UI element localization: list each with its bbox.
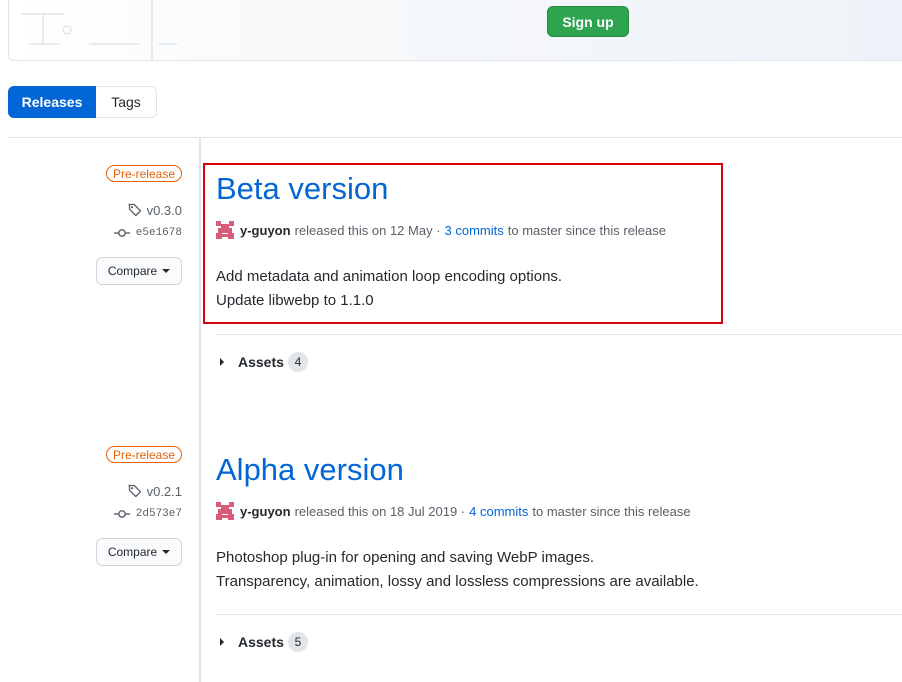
commits-link[interactable]: 3 commits xyxy=(445,223,504,238)
release-notes: Photoshop plug-in for opening and saving… xyxy=(216,546,699,594)
release-tag[interactable]: v0.3.0 xyxy=(127,202,182,218)
assets-count: 5 xyxy=(287,632,308,652)
tag-name: v0.2.1 xyxy=(146,483,182,499)
release-note-line: Update libwebp to 1.1.0 xyxy=(216,292,374,309)
release-meta: Pre-release v0.2.1 2d573e7 Compare xyxy=(96,446,182,566)
divider xyxy=(216,334,902,335)
commit-icon xyxy=(113,229,130,237)
tag-icon xyxy=(127,484,141,498)
release-commit[interactable]: 2d573e7 xyxy=(113,508,182,520)
banner-decoration-icon xyxy=(21,0,177,60)
avatar[interactable] xyxy=(216,221,234,239)
tag-icon xyxy=(127,203,141,217)
signup-banner: Sign up xyxy=(8,0,902,61)
tab-tags[interactable]: Tags xyxy=(96,86,157,118)
assets-toggle[interactable]: Assets 5 xyxy=(220,632,308,652)
author-link[interactable]: y-guyon xyxy=(240,223,291,238)
release-byline: y-guyon released this on 18 Jul 2019 · 4… xyxy=(216,502,699,520)
tag-name: v0.3.0 xyxy=(146,202,182,218)
released-text: released this on 12 May · xyxy=(294,222,441,238)
assets-label: Assets xyxy=(238,354,284,370)
tab-releases[interactable]: Releases xyxy=(8,86,96,118)
release-note-line: Transparency, animation, lossy and lossl… xyxy=(216,573,699,590)
since-text: to master since this release xyxy=(507,222,666,238)
timeline-line xyxy=(199,138,201,682)
caret-down-icon xyxy=(162,269,171,273)
released-text: released this on 18 Jul 2019 · xyxy=(294,503,466,519)
release-title-link[interactable]: Beta version xyxy=(216,171,666,207)
compare-label: Compare xyxy=(107,545,158,559)
triangle-right-icon xyxy=(220,358,224,366)
release-title-link[interactable]: Alpha version xyxy=(216,452,699,488)
avatar[interactable] xyxy=(216,502,234,520)
prerelease-badge: Pre-release xyxy=(105,165,182,182)
compare-button[interactable]: Compare xyxy=(96,257,182,285)
assets-toggle[interactable]: Assets 4 xyxy=(220,352,308,372)
divider xyxy=(216,614,902,615)
release-commit[interactable]: e5e1678 xyxy=(113,227,182,239)
commit-sha: e5e1678 xyxy=(135,227,182,239)
author-link[interactable]: y-guyon xyxy=(240,504,291,519)
since-text: to master since this release xyxy=(532,503,691,519)
release-notes: Add metadata and animation loop encoding… xyxy=(216,265,666,313)
release-byline: y-guyon released this on 12 May · 3 comm… xyxy=(216,221,666,239)
assets-count: 4 xyxy=(287,352,308,372)
releases-tags-tabs: Releases Tags xyxy=(8,86,157,118)
release-entry: Alpha version y-guyon released this on 1… xyxy=(216,452,699,594)
divider xyxy=(8,137,902,138)
release-entry: Beta version y-guyon released this on 12… xyxy=(216,171,666,313)
release-meta: Pre-release v0.3.0 e5e1678 Compare xyxy=(96,165,182,285)
caret-down-icon xyxy=(162,550,171,554)
commit-sha: 2d573e7 xyxy=(135,508,182,520)
compare-label: Compare xyxy=(107,264,158,278)
release-tag[interactable]: v0.2.1 xyxy=(127,483,182,499)
compare-button[interactable]: Compare xyxy=(96,538,182,566)
release-note-line: Add metadata and animation loop encoding… xyxy=(216,268,563,285)
release-note-line: Photoshop plug-in for opening and saving… xyxy=(216,549,595,566)
commit-icon xyxy=(113,510,130,518)
assets-label: Assets xyxy=(238,634,284,650)
signup-button[interactable]: Sign up xyxy=(547,6,629,37)
triangle-right-icon xyxy=(220,638,224,646)
commits-link[interactable]: 4 commits xyxy=(469,504,528,519)
prerelease-badge: Pre-release xyxy=(105,446,182,463)
